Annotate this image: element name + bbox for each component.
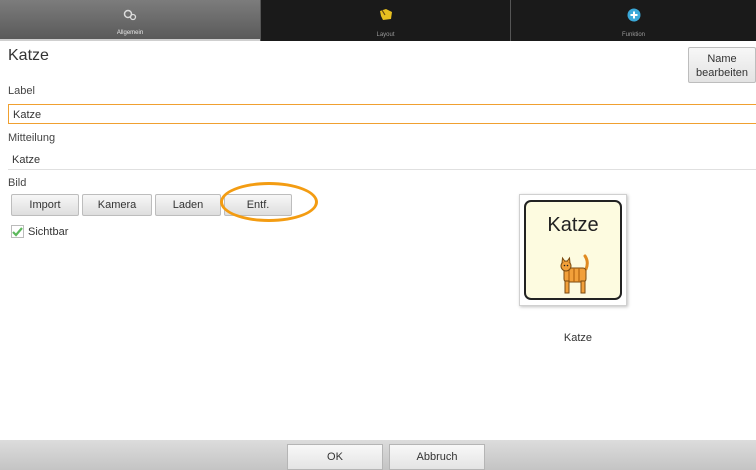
tab-label: Allgemein (116, 30, 144, 36)
symbol-tile: Katze (524, 200, 622, 300)
tab-allgemein[interactable]: Allgemein (0, 0, 260, 41)
import-button[interactable]: Import (11, 194, 79, 216)
ok-button[interactable]: OK (287, 444, 383, 470)
visible-checkbox[interactable] (11, 225, 24, 238)
label-caption: Label (8, 85, 35, 97)
visible-option: Sichtbar (11, 225, 68, 238)
rename-button[interactable]: Name bearbeiten (688, 47, 756, 83)
message-input[interactable]: Katze (8, 150, 756, 170)
symbol-preview: Katze (519, 194, 627, 306)
tab-label: Funktion (621, 32, 645, 38)
image-caption: Bild (8, 177, 27, 189)
page-title: Katze (8, 47, 49, 64)
check-icon (12, 226, 23, 237)
label-input[interactable]: Katze (8, 104, 756, 124)
layout-icon (379, 9, 392, 20)
load-button[interactable]: Laden (155, 194, 221, 216)
visible-label: Sichtbar (28, 225, 69, 238)
tab-funktion[interactable]: Funktion (510, 0, 756, 41)
cancel-button[interactable]: Abbruch (389, 444, 485, 470)
remove-button[interactable]: Entf. (224, 194, 292, 216)
camera-button[interactable]: Kamera (82, 194, 152, 216)
tab-bar: Allgemein Layout Funktion (0, 0, 756, 41)
image-button-group: Import Kamera Laden Entf. (11, 194, 292, 216)
preview-caption: Katze (563, 332, 593, 344)
cat-icon (560, 254, 589, 294)
message-caption: Mitteilung (8, 132, 56, 144)
settings-icon (123, 9, 137, 21)
tab-layout[interactable]: Layout (260, 0, 510, 41)
plus-circle-icon (627, 8, 640, 22)
symbol-text: Katze (547, 214, 599, 236)
tab-label: Layout (376, 32, 395, 38)
